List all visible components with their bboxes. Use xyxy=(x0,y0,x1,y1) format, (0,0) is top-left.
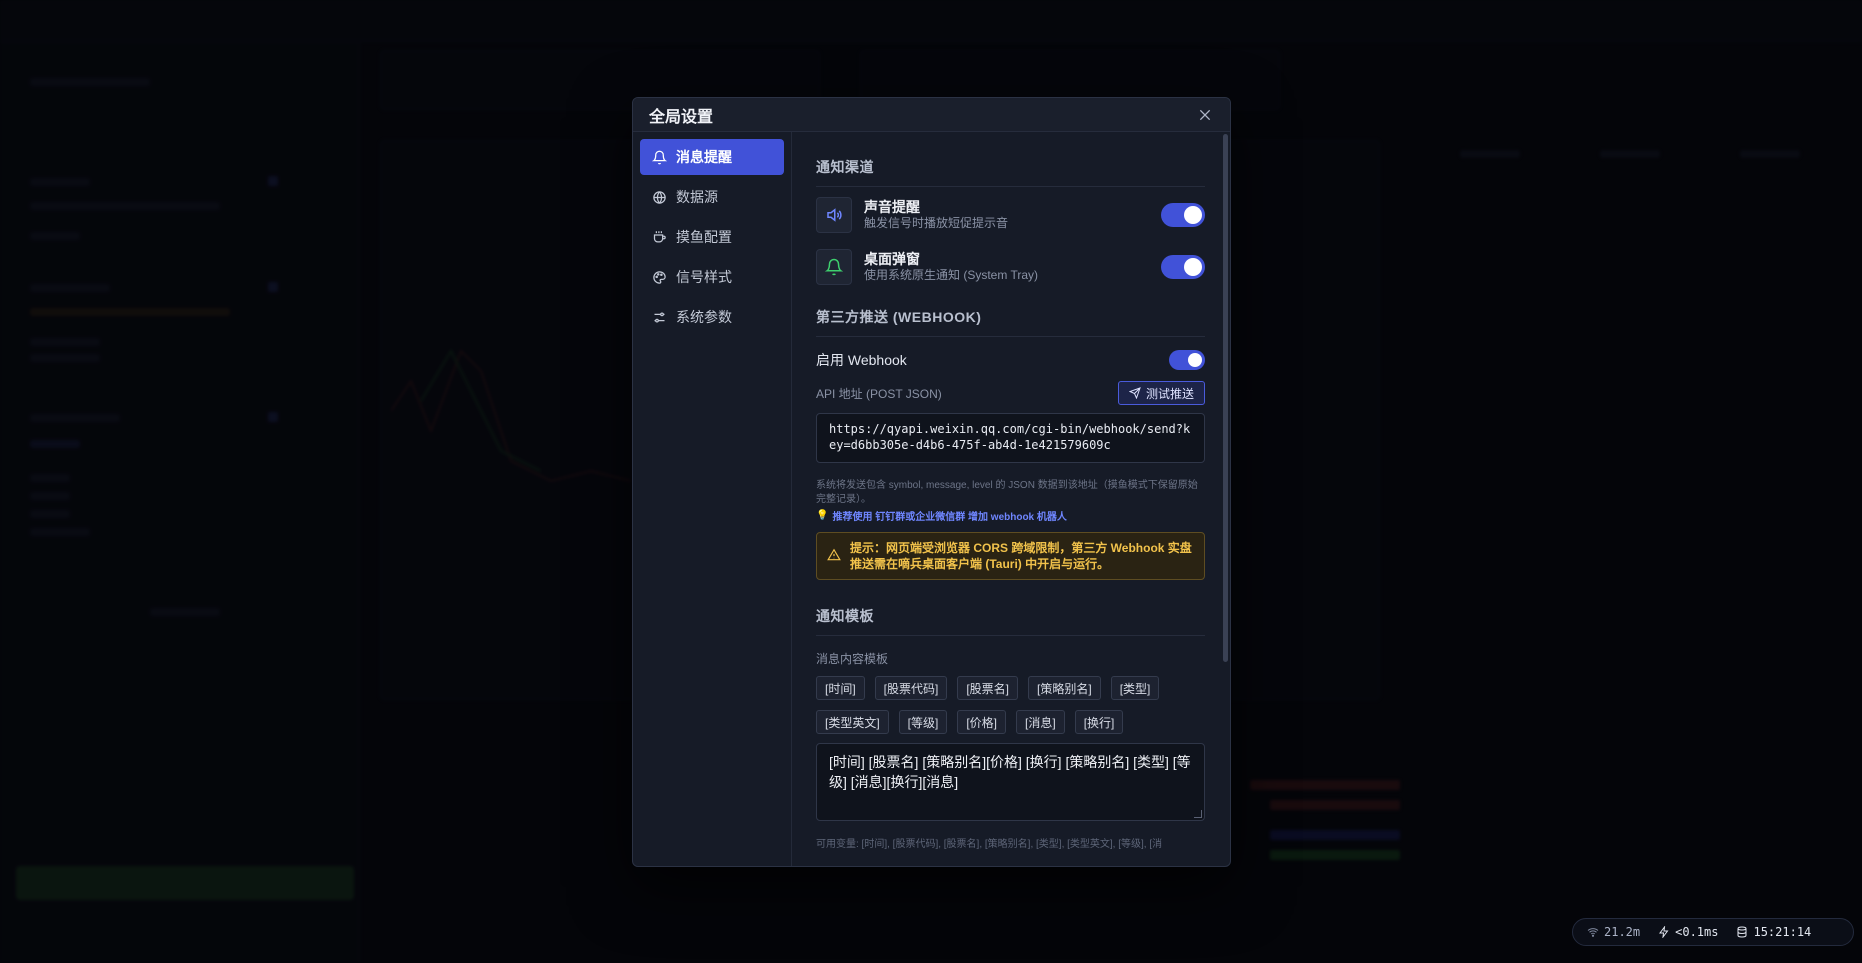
globe-icon xyxy=(653,190,666,204)
desktop-toggle[interactable] xyxy=(1161,255,1205,279)
test-push-button[interactable]: 测试推送 xyxy=(1117,381,1205,405)
webhook-url-input[interactable]: https://qyapi.weixin.qq.com/cgi-bin/webh… xyxy=(816,413,1205,463)
network-indicator: 21.2m xyxy=(1587,925,1640,939)
send-icon xyxy=(1128,387,1141,399)
bell-icon xyxy=(652,150,667,164)
nav-item-system[interactable]: 系统参数 xyxy=(640,299,784,335)
tag-row-1: [时间] [股票代码] [股票名] [策略别名] [类型] xyxy=(816,676,1205,700)
latency-value: <0.1ms xyxy=(1675,925,1719,939)
warning-text: 提示：网页端受浏览器 CORS 跨域限制，第三方 Webhook 实盘推送需在嘀… xyxy=(850,541,1192,571)
sound-setting-row: 声音提醒 触发信号时播放短促提示音 xyxy=(816,189,1205,241)
api-label: API 地址 (POST JSON) xyxy=(816,386,942,401)
bolt-icon xyxy=(1659,926,1669,938)
modal-title: 全局设置 xyxy=(649,108,714,126)
nav-label: 系统参数 xyxy=(676,309,732,325)
toggle-knob xyxy=(1188,353,1202,367)
desktop-icon-box xyxy=(816,249,852,285)
nav-label: 数据源 xyxy=(676,189,718,205)
modal-body: 消息提醒 数据源 摸鱼配置 信号样式 系统参数 通知渠道 声音提醒 触发信号时播… xyxy=(633,132,1230,866)
template-label: 消息内容模板 xyxy=(816,652,889,666)
webhook-enable-label: 启用 Webhook xyxy=(816,352,907,368)
cors-warning: 提示：网页端受浏览器 CORS 跨域限制，第三方 Webhook 实盘推送需在嘀… xyxy=(816,532,1205,580)
nav-item-notifications[interactable]: 消息提醒 xyxy=(640,139,784,175)
speaker-icon xyxy=(827,208,842,222)
modal-header: 全局设置 xyxy=(633,98,1230,132)
template-textarea[interactable]: [时间] [股票名] [策略别名][价格] [换行] [策略别名] [类型] [… xyxy=(816,743,1205,821)
tag-button[interactable]: [价格] xyxy=(957,710,1007,734)
tag-button[interactable]: [类型英文] xyxy=(816,710,889,734)
tag-button[interactable]: [换行] xyxy=(1074,710,1124,734)
database-icon xyxy=(1737,926,1747,938)
clock-value: 15:21:14 xyxy=(1753,925,1812,939)
sound-icon-box xyxy=(816,197,852,233)
section-title-template: 通知模板 xyxy=(816,606,1205,636)
template-vars: 可用变量: [时间], [股票代码], [股票名], [策略别名], [类型],… xyxy=(816,839,1163,850)
palette-icon xyxy=(653,270,666,284)
webhook-hint: 系统将发送包含 symbol, message, level 的 JSON 数据… xyxy=(816,480,1198,505)
settings-nav: 消息提醒 数据源 摸鱼配置 信号样式 系统参数 xyxy=(633,132,792,866)
network-value: 21.2m xyxy=(1604,925,1641,939)
sound-title: 声音提醒 xyxy=(864,199,920,215)
lightbulb-icon: 💡 xyxy=(816,510,829,521)
webhook-toggle[interactable] xyxy=(1169,350,1205,370)
coffee-icon xyxy=(653,230,666,242)
warning-icon xyxy=(827,548,841,561)
tag-button[interactable]: [类型] xyxy=(1110,676,1160,700)
sound-text: 声音提醒 触发信号时播放短促提示音 xyxy=(864,199,1161,231)
resize-grip[interactable] xyxy=(1194,810,1202,818)
webhook-enable-row: 启用 Webhook xyxy=(816,348,1205,372)
close-icon xyxy=(1199,109,1211,120)
nav-label: 信号样式 xyxy=(676,269,732,285)
sliders-icon xyxy=(654,312,665,322)
sound-desc: 触发信号时播放短促提示音 xyxy=(864,216,1009,230)
latency-indicator: <0.1ms xyxy=(1658,925,1718,939)
tag-button[interactable]: [策略别名] xyxy=(1028,676,1101,700)
tag-button[interactable]: [消息] xyxy=(1016,710,1065,734)
api-label-row: API 地址 (POST JSON) 测试推送 xyxy=(816,381,1205,405)
nav-item-slacking[interactable]: 摸鱼配置 xyxy=(640,219,784,255)
nav-label: 摸鱼配置 xyxy=(676,229,732,245)
scrollbar[interactable] xyxy=(1223,134,1228,864)
nav-item-datasource[interactable]: 数据源 xyxy=(640,179,784,215)
webhook-recommend[interactable]: 💡 推荐使用 钉钉群或企业微信群 增加 webhook 机器人 xyxy=(816,508,1205,523)
tag-button[interactable]: [时间] xyxy=(816,676,865,700)
template-value: [时间] [股票名] [策略别名][价格] [换行] [策略别名] [类型] [… xyxy=(829,754,1191,790)
tag-row-2: [类型英文] [等级] [价格] [消息] [换行] xyxy=(816,710,1205,734)
nav-item-signal-style[interactable]: 信号样式 xyxy=(640,259,784,295)
section-title-channels: 通知渠道 xyxy=(816,157,1205,187)
settings-modal: 全局设置 消息提醒 数据源 摸鱼配置 信号样式 系统参数 通知渠道 声音提醒 触… xyxy=(632,97,1231,867)
settings-content[interactable]: 通知渠道 声音提醒 触发信号时播放短促提示音 桌面弹窗 使用系统原生通知 (Sy… xyxy=(792,132,1230,866)
toggle-knob xyxy=(1184,258,1202,276)
sound-toggle[interactable] xyxy=(1161,203,1205,227)
tag-button[interactable]: [股票名] xyxy=(957,676,1019,700)
test-push-label: 测试推送 xyxy=(1145,386,1194,401)
tag-button[interactable]: [股票代码] xyxy=(874,676,948,700)
recommend-text: 推荐使用 钉钉群或企业微信群 增加 webhook 机器人 xyxy=(832,512,1067,523)
section-title-webhook: 第三方推送 (WEBHOOK) xyxy=(816,307,1205,337)
desktop-desc: 使用系统原生通知 (System Tray) xyxy=(864,268,1039,282)
toggle-knob xyxy=(1184,206,1202,224)
nav-label: 消息提醒 xyxy=(676,149,732,165)
tag-button[interactable]: [等级] xyxy=(898,710,948,734)
scrollbar-thumb[interactable] xyxy=(1223,134,1228,662)
desktop-title: 桌面弹窗 xyxy=(864,251,920,267)
status-bar: 21.2m <0.1ms 15:21:14 xyxy=(1572,918,1854,946)
desktop-setting-row: 桌面弹窗 使用系统原生通知 (System Tray) xyxy=(816,241,1205,293)
clock-indicator: 15:21:14 xyxy=(1736,925,1811,939)
bell-icon xyxy=(825,258,843,276)
desktop-text: 桌面弹窗 使用系统原生通知 (System Tray) xyxy=(864,251,1161,283)
wifi-icon xyxy=(1587,928,1599,937)
close-button[interactable] xyxy=(1194,104,1216,126)
